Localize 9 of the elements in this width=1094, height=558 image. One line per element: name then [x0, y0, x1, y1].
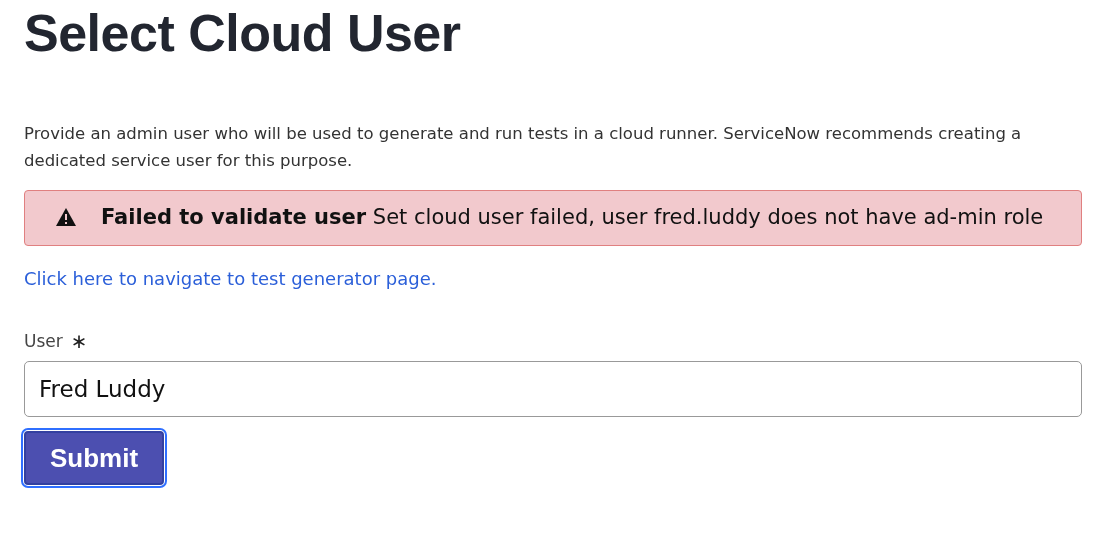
user-field[interactable]: Fred Luddy — [24, 361, 1082, 417]
required-mark: ∗ — [70, 329, 88, 353]
field-label: User — [24, 331, 63, 351]
submit-button[interactable]: Submit — [24, 431, 165, 485]
navigation-link[interactable]: Click here to navigate to test generator page. — [24, 268, 437, 289]
alert-message: Failed to validate user Set cloud user failed, user fred.luddy does not have ad-min role — [101, 204, 1044, 231]
description-text: Provide an admin user who will be used to generate and run tests in a cloud runner. ServiceNow recommends creating a dedicated service user for this purpose. — [24, 123, 1023, 172]
warning-icon — [55, 207, 77, 227]
page-title: Select Cloud User — [24, 3, 462, 64]
